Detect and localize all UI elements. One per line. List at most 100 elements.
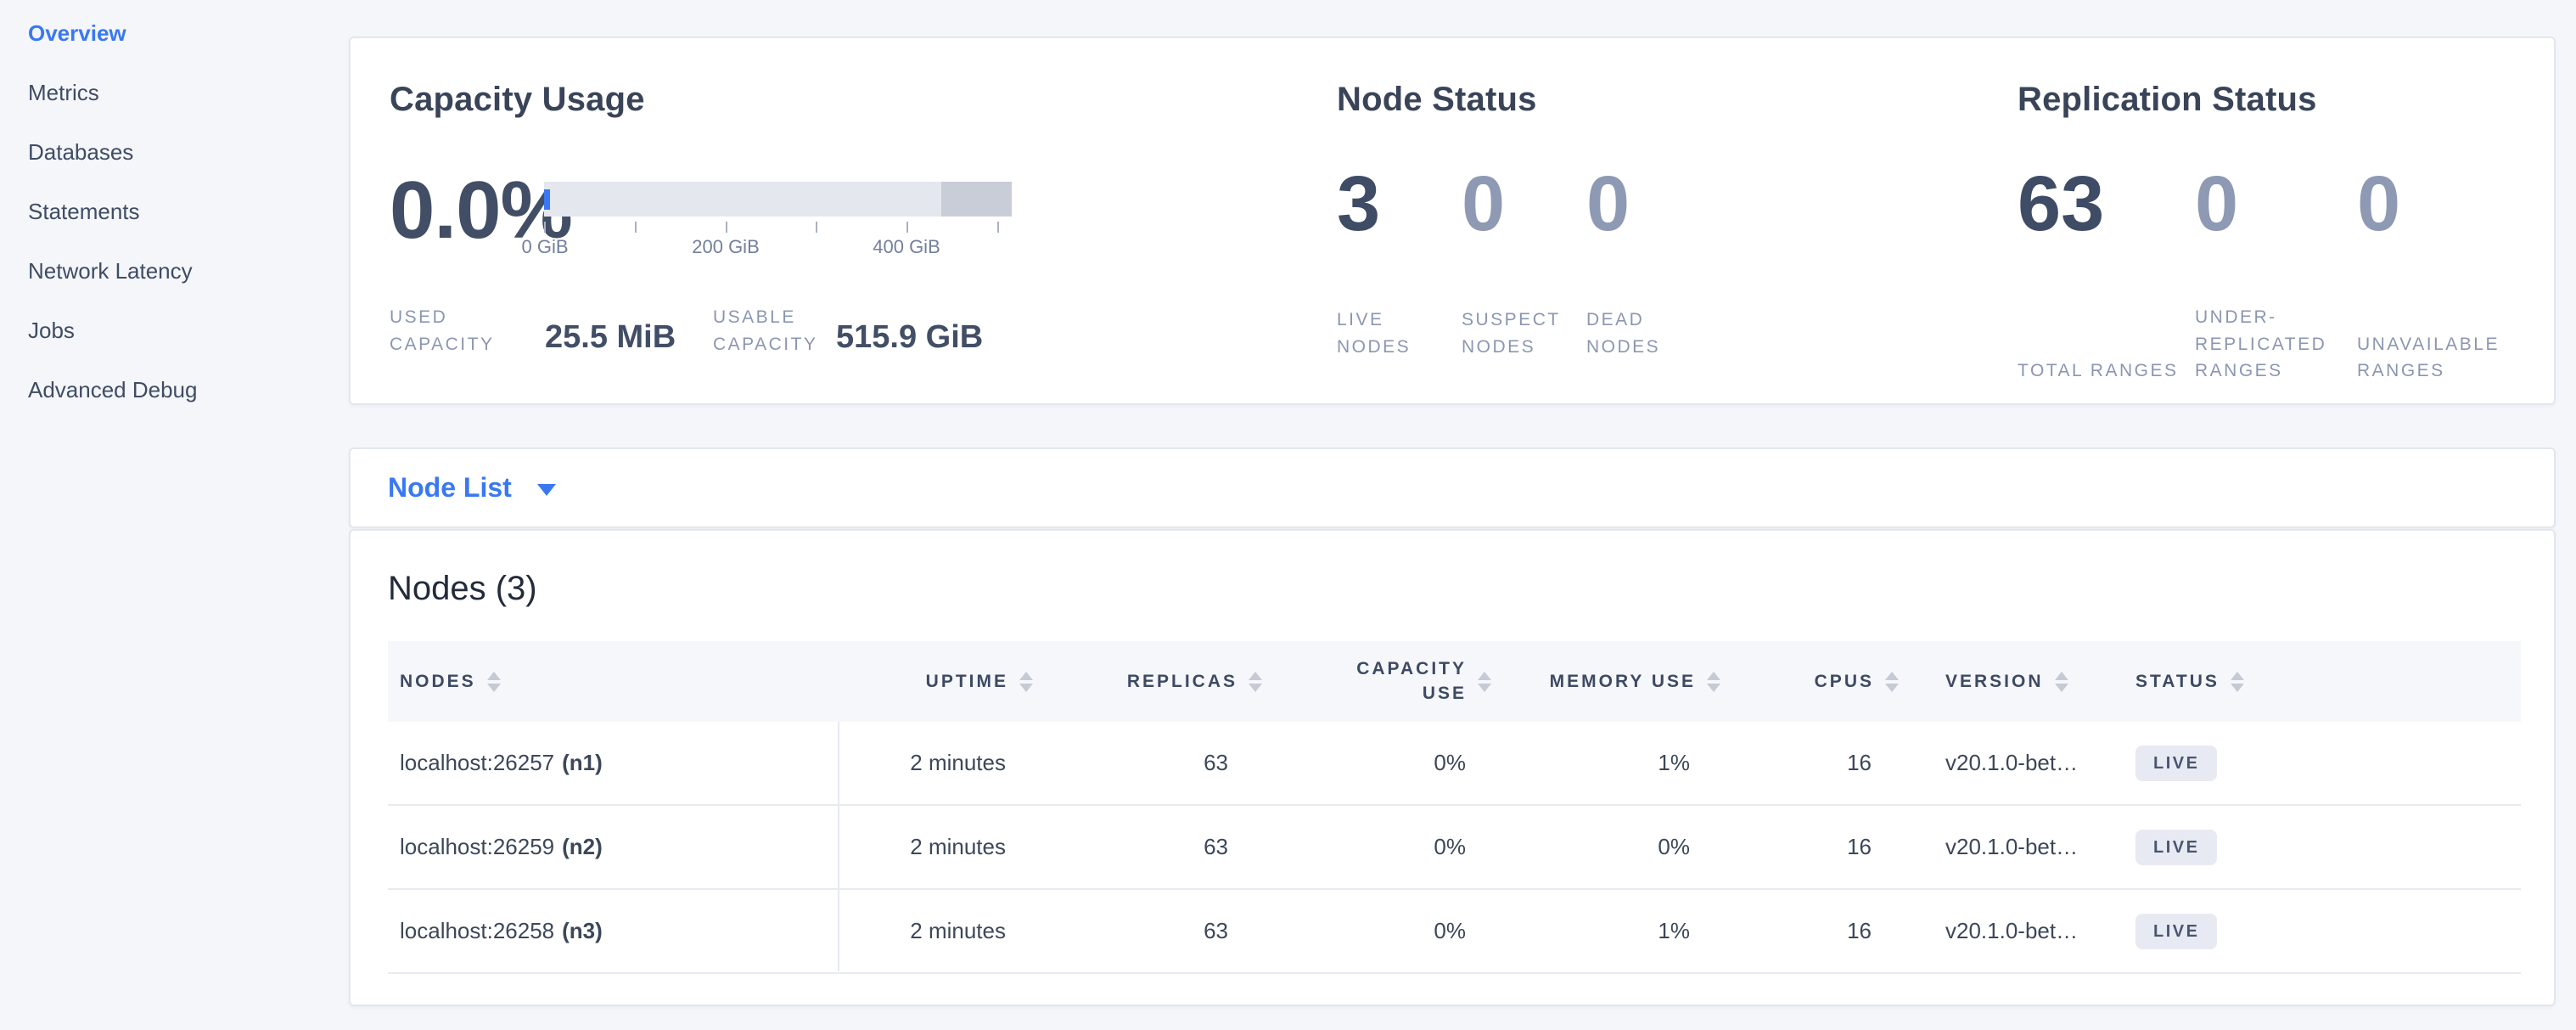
table-row-node-2[interactable]: localhost:26259 (n2) 2 minutes 63 0% 0% … [388, 806, 2521, 890]
node-address-cell: localhost:26257 (n1) [388, 750, 838, 776]
cpus-cell: 16 [1720, 918, 1899, 944]
column-header-replicas[interactable]: REPLICAS [1033, 672, 1262, 692]
capacity-usage-title: Capacity Usage [390, 81, 645, 119]
table-row-node-1[interactable]: localhost:26257 (n1) 2 minutes 63 0% 1% … [388, 722, 2521, 806]
replicas-cell: 63 [1033, 918, 1262, 944]
node-id: (n2) [562, 834, 603, 860]
capacity-bar-reserved-segment [941, 182, 1012, 217]
column-header-label: MEMORY USE [1550, 672, 1696, 692]
column-header-capacity-use[interactable]: CAPACITYUSE [1262, 657, 1491, 706]
node-list-dropdown-label[interactable]: Node List [388, 472, 512, 504]
sidebar-item-metrics[interactable]: Metrics [28, 63, 334, 122]
sort-icon [1885, 672, 1899, 692]
node-id: (n3) [562, 918, 603, 944]
dead-nodes-count: 0 [1586, 157, 1711, 250]
version-cell: v20.1.0-bet… [1899, 750, 2115, 776]
sidebar-item-advanced-debug[interactable]: Advanced Debug [28, 360, 334, 419]
column-header-memory-use[interactable]: MEMORY USE [1491, 672, 1720, 692]
table-row-node-3[interactable]: localhost:26258 (n3) 2 minutes 63 0% 1% … [388, 890, 2521, 974]
version-cell: v20.1.0-bet… [1899, 834, 2115, 860]
status-badge: LIVE [2135, 914, 2217, 949]
under-replicated-ranges-label: UNDER-REPLICATED RANGES [2195, 304, 2357, 385]
column-header-version[interactable]: VERSION [1899, 672, 2115, 692]
version-cell: v20.1.0-bet… [1899, 918, 2115, 944]
sidebar-item-network-latency[interactable]: Network Latency [28, 241, 334, 301]
capacity-bar-background [544, 182, 1012, 217]
used-capacity-value: 25.5 MiB [545, 319, 689, 356]
nodes-table-card: Nodes (3) NODES UPTIME REPLICAS CAPACITY… [349, 529, 2556, 1006]
axis-label-0gib: 0 GiB [485, 236, 604, 258]
sidebar-item-overview[interactable]: Overview [28, 3, 334, 63]
axis-tick [816, 222, 817, 233]
dead-nodes-label: DEAD NODES [1586, 307, 1711, 360]
status-badge: LIVE [2135, 746, 2217, 781]
node-status-labels: LIVE NODES SUSPECT NODES DEAD NODES [1337, 304, 1711, 360]
memory-use-cell: 1% [1491, 750, 1720, 776]
column-header-nodes[interactable]: NODES [388, 672, 838, 692]
capacity-use-cell: 0% [1262, 750, 1491, 776]
capacity-stats: USED CAPACITY 25.5 MiB USABLE CAPACITY 5… [390, 304, 983, 357]
sidebar: Overview Metrics Databases Statements Ne… [28, 3, 334, 419]
axis-tick [544, 222, 546, 233]
used-capacity-label: USED CAPACITY [390, 304, 500, 357]
suspect-nodes-count: 0 [1462, 157, 1586, 250]
axis-label-400gib: 400 GiB [847, 236, 966, 258]
nodes-table-title: Nodes (3) [388, 570, 537, 608]
node-list-dropdown[interactable]: Node List [388, 449, 556, 526]
column-header-label: CPUS [1815, 672, 1874, 692]
usable-capacity-label: USABLE CAPACITY [713, 304, 833, 357]
axis-label-200gib: 200 GiB [666, 236, 785, 258]
under-replicated-ranges-count: 0 [2195, 157, 2357, 250]
node-list-bar: Node List [349, 447, 2556, 528]
capacity-use-cell: 0% [1262, 918, 1491, 944]
column-header-uptime[interactable]: UPTIME [838, 672, 1033, 692]
status-cell: LIVE [2115, 914, 2521, 949]
node-address: localhost:26258 [400, 918, 554, 944]
axis-tick [906, 222, 908, 233]
node-address: localhost:26257 [400, 750, 554, 776]
uptime-cell: 2 minutes [838, 918, 1033, 944]
column-header-label: REPLICAS [1127, 672, 1237, 692]
live-nodes-count: 3 [1337, 157, 1462, 250]
nodes-table: NODES UPTIME REPLICAS CAPACITYUSE MEMORY… [388, 641, 2521, 974]
capacity-use-cell: 0% [1262, 834, 1491, 860]
status-badge: LIVE [2135, 830, 2217, 865]
sort-icon [1019, 672, 1033, 692]
sidebar-item-jobs[interactable]: Jobs [28, 301, 334, 360]
column-header-cpus[interactable]: CPUS [1720, 672, 1899, 692]
chevron-down-icon [537, 484, 556, 496]
replicas-cell: 63 [1033, 750, 1262, 776]
sort-icon [2231, 672, 2244, 692]
total-ranges-count: 63 [2018, 157, 2195, 250]
capacity-bar-chart: 0 GiB 200 GiB 400 GiB [544, 182, 1012, 301]
cluster-overview-card: Capacity Usage 0.0% 0 GiB 200 GiB 400 Gi… [349, 37, 2556, 405]
total-ranges-label: TOTAL RANGES [2018, 357, 2195, 385]
live-nodes-label: LIVE NODES [1337, 307, 1462, 360]
column-header-label: UPTIME [926, 672, 1008, 692]
node-status-title: Node Status [1337, 81, 1537, 119]
node-status-section: Node Status 3 0 0 LIVE NODES SUSPECT NOD… [1337, 38, 1999, 403]
replication-values: 63 0 0 [2018, 157, 2548, 250]
node-address-cell: localhost:26259 (n2) [388, 834, 838, 860]
suspect-nodes-label: SUSPECT NODES [1462, 307, 1586, 360]
replication-status-title: Replication Status [2018, 81, 2317, 119]
column-header-label: NODES [400, 672, 476, 692]
node-address-cell: localhost:26258 (n3) [388, 918, 838, 944]
node-id: (n1) [562, 750, 603, 776]
column-header-label: STATUS [2135, 672, 2220, 692]
memory-use-cell: 1% [1491, 918, 1720, 944]
sidebar-item-databases[interactable]: Databases [28, 122, 334, 182]
cpus-cell: 16 [1720, 834, 1899, 860]
node-status-values: 3 0 0 [1337, 157, 1711, 250]
sort-icon [487, 672, 501, 692]
sidebar-item-statements[interactable]: Statements [28, 182, 334, 241]
column-header-status[interactable]: STATUS [2115, 672, 2521, 692]
sort-icon [1478, 672, 1491, 692]
sort-icon [2055, 672, 2068, 692]
replicas-cell: 63 [1033, 834, 1262, 860]
cpus-cell: 16 [1720, 750, 1899, 776]
status-cell: LIVE [2115, 746, 2521, 781]
sort-icon [1707, 672, 1720, 692]
memory-use-cell: 0% [1491, 834, 1720, 860]
uptime-cell: 2 minutes [838, 834, 1033, 860]
